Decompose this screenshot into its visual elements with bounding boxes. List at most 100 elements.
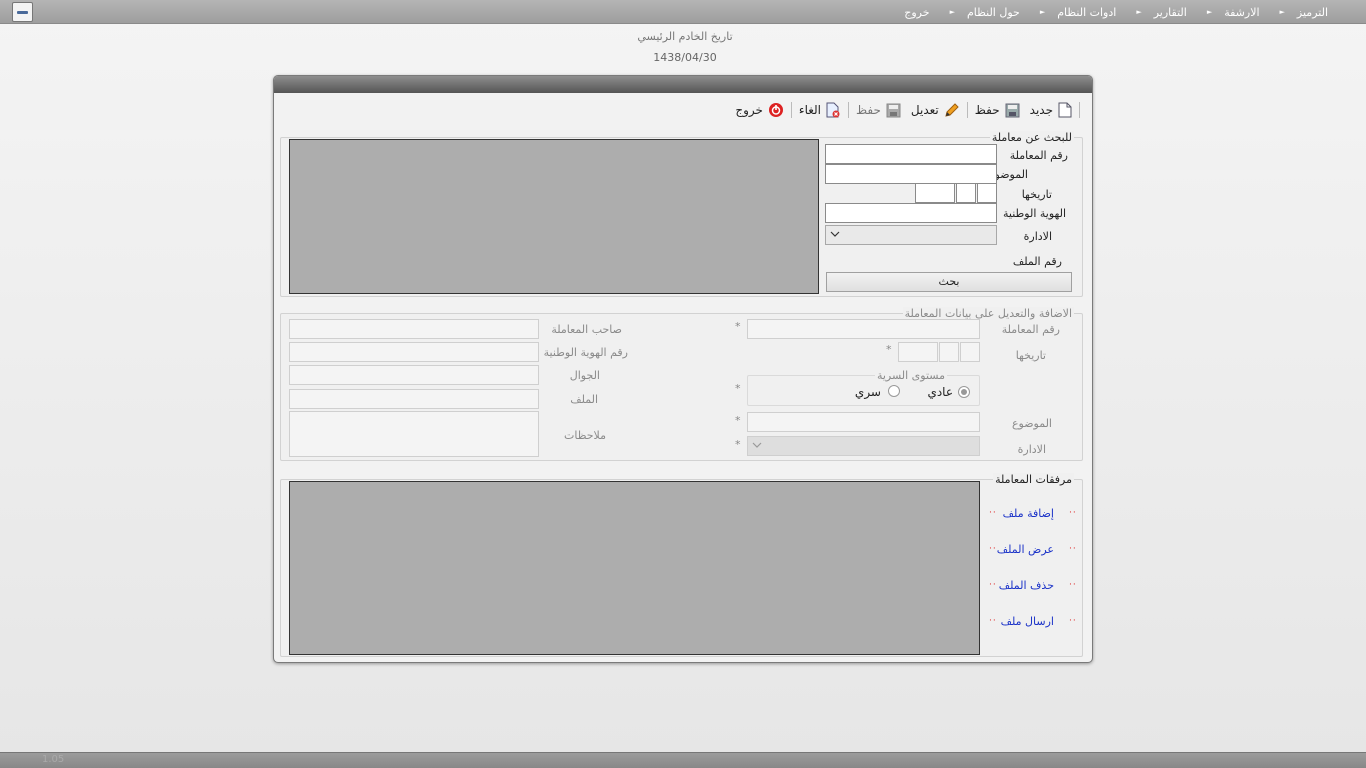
edit-mobile-label: الجوال — [569, 369, 600, 382]
add-file-link[interactable]: إضافة ملف — [1003, 507, 1054, 520]
bullet-icon: ·· — [989, 580, 997, 590]
edit-owner-input[interactable] — [289, 319, 539, 339]
secret-radio-label: سري — [854, 385, 881, 399]
cancel-button-label: الغاء — [798, 103, 821, 117]
search-transaction-number-input[interactable] — [825, 144, 997, 164]
edit-notes-textarea[interactable] — [289, 411, 539, 457]
edit-subject-label: الموضوع — [1011, 417, 1052, 430]
required-marker: * — [735, 438, 741, 451]
search-file-number-label: رقم الملف — [1012, 255, 1062, 268]
edit-mobile-input[interactable] — [289, 365, 539, 385]
new-button[interactable]: جديد — [1025, 102, 1077, 118]
version-label: 1.05 — [42, 754, 65, 765]
search-transaction-number-label: رقم المعاملة — [1009, 149, 1068, 162]
search-date-month-input[interactable] — [956, 183, 976, 203]
edit-date-month-input[interactable] — [939, 342, 959, 362]
save-button-label: حفظ — [974, 103, 1000, 117]
edit-date-day-input[interactable] — [960, 342, 980, 362]
required-marker: * — [735, 382, 741, 395]
edit-department-select[interactable] — [747, 436, 980, 456]
edit-subject-input[interactable] — [747, 412, 980, 432]
save-disabled-label: حفظ — [856, 103, 881, 117]
edit-date-label: تاريخها — [1015, 349, 1046, 362]
exit-button-label: خروج — [735, 103, 763, 117]
menu-item-about[interactable]: حول النظام ► — [940, 6, 1030, 19]
menu-arrow-icon: ► — [1039, 8, 1046, 16]
bullet-icon: ·· — [1069, 508, 1077, 518]
edit-transaction-number-input[interactable] — [747, 319, 980, 339]
cancel-button[interactable]: الغاء — [794, 102, 846, 118]
edit-button[interactable]: تعديل — [906, 102, 965, 118]
view-file-link[interactable]: عرض الملف — [997, 543, 1054, 556]
minimize-icon[interactable] — [12, 2, 33, 22]
chevron-down-icon — [830, 231, 840, 237]
menu-item-system-tools[interactable]: ادوات النظام ► — [1030, 6, 1126, 19]
bullet-icon: ·· — [1069, 580, 1077, 590]
menu-item-label: حول النظام — [966, 5, 1020, 19]
required-marker: * — [735, 320, 741, 333]
pencil-icon — [945, 103, 959, 117]
normal-radio[interactable] — [958, 386, 970, 398]
search-results-grid[interactable] — [289, 139, 819, 294]
window-titlebar — [274, 76, 1092, 93]
delete-file-link[interactable]: حذف الملف — [999, 579, 1054, 592]
menu-item-coding[interactable]: الترميز ► — [1270, 6, 1338, 19]
transaction-window: جديد حفظ تعديل حفظ الغاء خروج للبحث عن م… — [273, 75, 1093, 663]
menu-item-exit[interactable]: خروج► — [894, 6, 939, 19]
secret-radio[interactable] — [888, 385, 900, 397]
search-date-label: تاريخها — [1021, 188, 1052, 201]
required-marker: * — [886, 343, 892, 356]
search-group-legend: للبحث عن معاملة — [989, 131, 1074, 144]
exit-button[interactable]: خروج — [730, 102, 789, 118]
save-disabled-button[interactable]: حفظ — [851, 103, 906, 118]
chevron-down-icon — [752, 442, 762, 448]
cancel-document-icon — [826, 102, 840, 118]
edit-notes-label: ملاحظات — [564, 429, 606, 442]
search-date-year-input[interactable] — [915, 183, 955, 203]
search-button[interactable]: بحث — [826, 272, 1072, 292]
new-document-icon — [1058, 102, 1072, 118]
menu-item-label: ادوات النظام — [1057, 5, 1117, 19]
bullet-icon: ·· — [1069, 544, 1077, 554]
toolbar: جديد حفظ تعديل حفظ الغاء خروج — [730, 100, 1082, 120]
server-date-value: 1438/04/30 — [653, 51, 717, 64]
toolbar-separator — [848, 102, 849, 118]
required-marker: * — [735, 414, 741, 427]
attachments-legend: مرفقات المعاملة — [993, 473, 1074, 486]
menu-item-label: الترميز — [1296, 5, 1328, 19]
edit-file-label: الملف — [570, 393, 598, 406]
edit-button-label: تعديل — [910, 103, 939, 117]
edit-national-id-input[interactable] — [289, 342, 539, 362]
edit-file-input[interactable] — [289, 389, 539, 409]
menu-arrow-icon: ► — [1279, 8, 1285, 16]
menu-item-label: التقارير — [1153, 5, 1187, 19]
normal-radio-label: عادي — [927, 385, 953, 399]
menu-item-reports[interactable]: التقارير ► — [1126, 6, 1196, 19]
edit-national-id-label: رقم الهوية الوطنية — [543, 346, 628, 359]
new-button-label: جديد — [1029, 103, 1053, 117]
edit-department-label: الادارة — [1017, 443, 1046, 456]
menu-arrow-icon: ► — [949, 8, 955, 16]
search-department-label: الادارة — [1023, 230, 1052, 243]
status-bar: 1.05 — [0, 752, 1366, 768]
toolbar-separator — [966, 102, 968, 118]
menu-item-archive[interactable]: الارشفة ► — [1197, 6, 1270, 19]
menu-arrow-icon: ► — [1136, 8, 1142, 16]
attachments-grid[interactable] — [289, 481, 980, 655]
bullet-icon: ·· — [1069, 616, 1077, 626]
save-button[interactable]: حفظ — [970, 103, 1025, 118]
search-subject-input[interactable] — [825, 164, 997, 184]
power-icon — [768, 103, 783, 117]
menu-item-label: الارشفة — [1224, 5, 1260, 19]
search-date-day-input[interactable] — [977, 183, 997, 203]
search-department-select[interactable] — [825, 225, 997, 245]
attachments-group: مرفقات المعاملة ·· إضافة ملف ·· ·· عرض ا… — [280, 473, 1083, 657]
send-file-link[interactable]: ارسال ملف — [1001, 615, 1054, 628]
menu-bar: الترميز ► الارشفة ► التقارير ► ادوات النظام… — [0, 0, 1366, 24]
menu-items: الترميز ► الارشفة ► التقارير ► ادوات النظام… — [894, 0, 1338, 24]
bullet-icon: ·· — [989, 508, 997, 518]
search-national-id-input[interactable] — [825, 203, 997, 223]
menu-item-label: خروج — [904, 5, 930, 19]
edit-date-year-input[interactable] — [898, 342, 938, 362]
edit-transaction-number-label: رقم المعاملة — [1001, 323, 1060, 336]
